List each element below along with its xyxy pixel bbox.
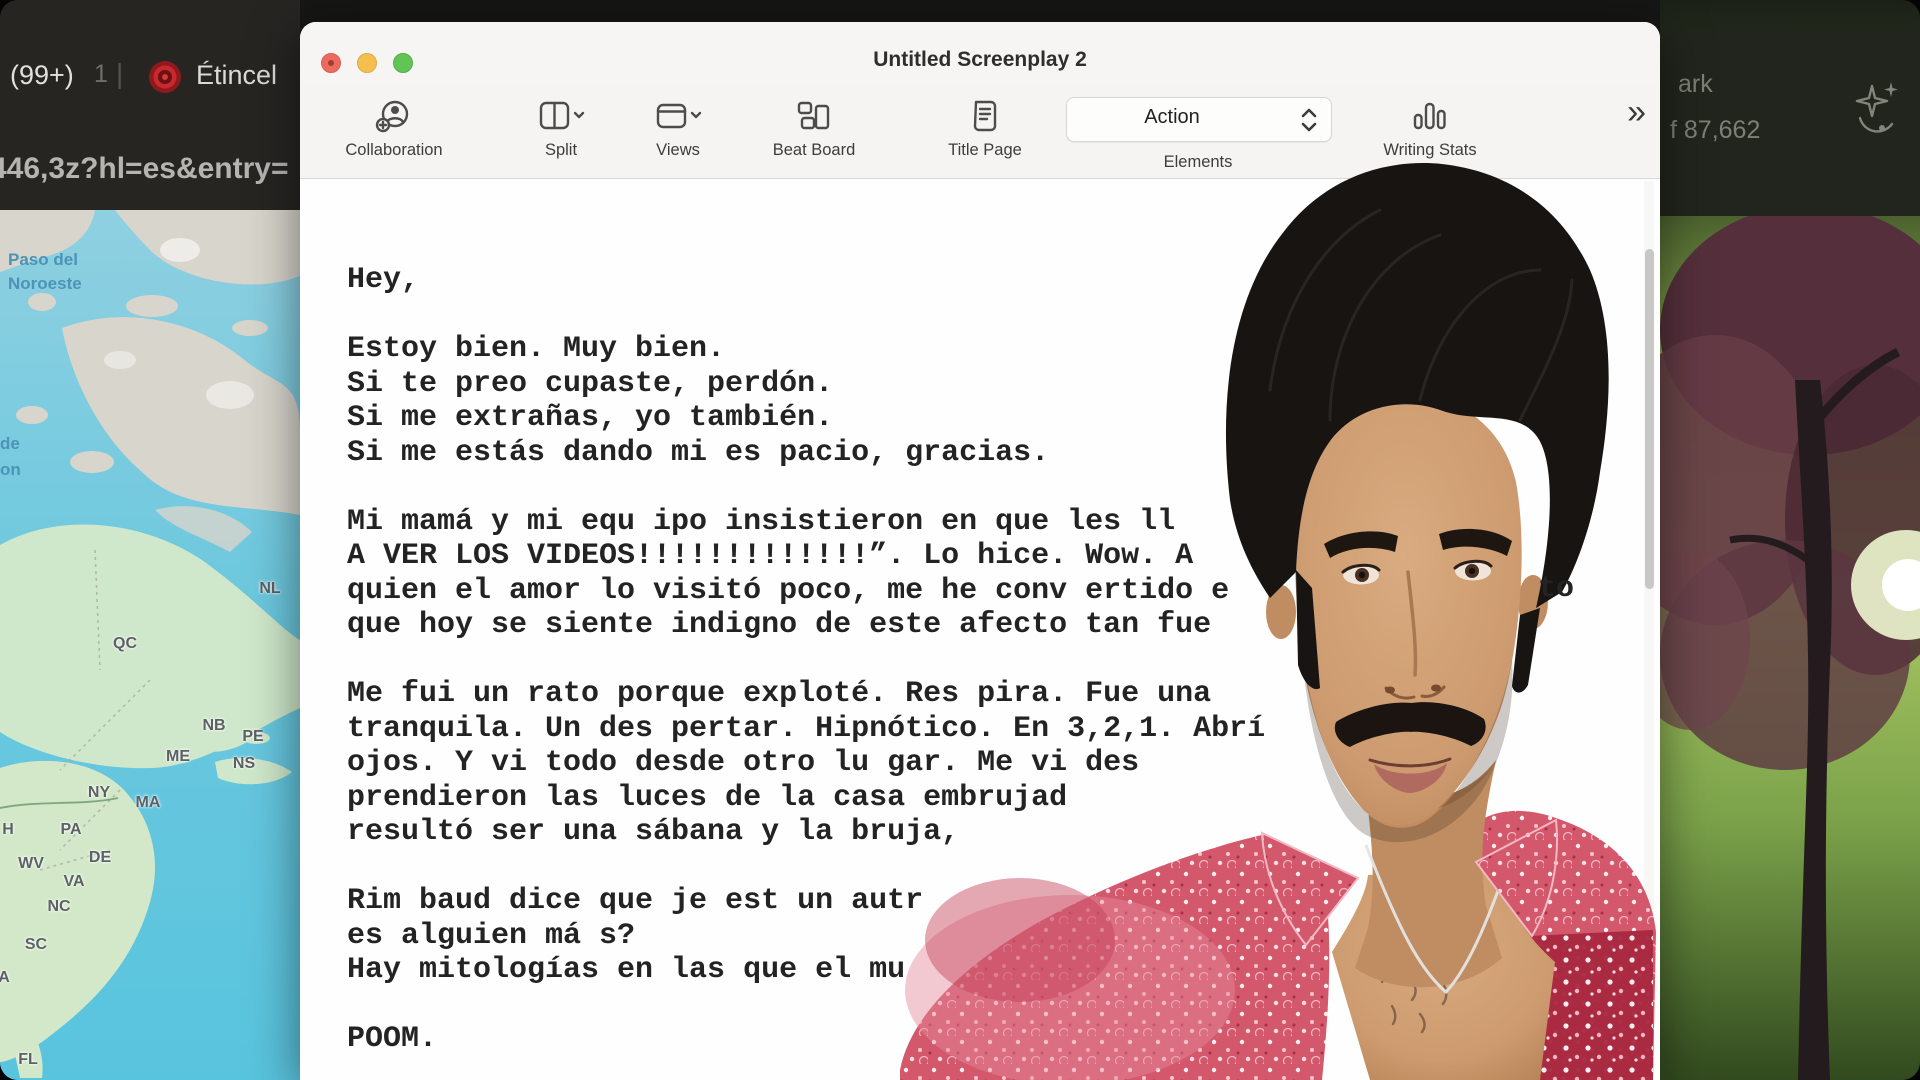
video-frame: (99+) 1 | Étincel 446,3z?hl=es&entry= [0,0,1920,1080]
elements-dropdown[interactable]: Action [1066,97,1332,142]
map-region-label: PE [242,728,263,746]
beat-board-icon [792,97,836,137]
map-region-label: NC [47,898,70,916]
map-water-label: Paso del Noroeste [8,248,82,296]
map-label-fragment-on: on [0,460,21,480]
map-region-label: PA [60,821,81,839]
browser-chrome: (99+) 1 | Étincel 446,3z?hl=es&entry= [0,0,300,210]
tab-title[interactable]: Étincel [196,60,277,91]
collaboration-icon [372,97,416,137]
background-browser: (99+) 1 | Étincel 446,3z?hl=es&entry= [0,0,300,1080]
notification-count-badge[interactable]: (99+) [10,60,74,91]
views-icon [654,97,702,137]
screenplay-text-fragment: to [1538,572,1574,606]
toolbar-beat-board-button[interactable]: Beat Board [765,97,863,160]
window-titlebar[interactable]: Untitled Screenplay 2 [300,22,1660,85]
toolbar-label: Views [644,141,712,160]
toolbar-split-button[interactable]: Split [527,97,595,160]
photo-info-panel: ark f 87,662 [1660,28,1920,216]
map-region-label: H [2,821,14,839]
browser-tab-row: (99+) 1 | Étincel [0,52,300,102]
map-region-label: A [0,969,10,987]
map-region-label: NL [259,580,280,598]
toolbar-views-button[interactable]: Views [644,97,712,160]
tab-count: 1 [94,60,108,89]
map-region-label: VA [63,873,84,891]
toolbar-label: Split [527,141,595,160]
toolbar-collaboration-button[interactable]: Collaboration [338,97,450,160]
map-region-label: SC [25,936,47,954]
map-region-label: NS [233,755,255,773]
separator: | [116,58,123,90]
map-region-label: ME [166,748,190,766]
stepper-chevrons-icon[interactable] [1299,105,1319,135]
map-region-label: DE [89,849,111,867]
writing-stats-icon [1408,97,1452,137]
person-photo [900,140,1660,1080]
map-region-label: NB [202,717,225,735]
effects-sparkle-icon[interactable] [1846,78,1906,148]
map-region-label: WV [18,855,44,873]
split-icon [537,97,585,137]
map-region-label: FL [18,1051,38,1069]
photo-title-fragment: ark [1678,70,1713,99]
map-region-label: QC [113,635,137,653]
google-map[interactable]: Paso del Noroeste de on NL QC NB PE ME NS NY MA… [0,210,300,1080]
photo-count-fragment: f 87,662 [1670,116,1760,145]
toolbar-label: Beat Board [765,141,863,160]
map-region-label: NY [88,784,110,802]
title-page-icon [963,97,1007,137]
url-fragment[interactable]: 446,3z?hl=es&entry= [0,152,300,186]
toolbar-overflow-button[interactable]: » [1627,95,1646,129]
elements-selected-value: Action [1067,106,1277,129]
toolbar-label: Collaboration [338,141,450,160]
background-photo: ark f 87,662 [1660,0,1920,1080]
map-region-label: MA [136,794,161,812]
map-label-fragment-de: de [0,434,20,454]
window-title: Untitled Screenplay 2 [300,48,1660,72]
etincel-favicon [147,59,183,95]
